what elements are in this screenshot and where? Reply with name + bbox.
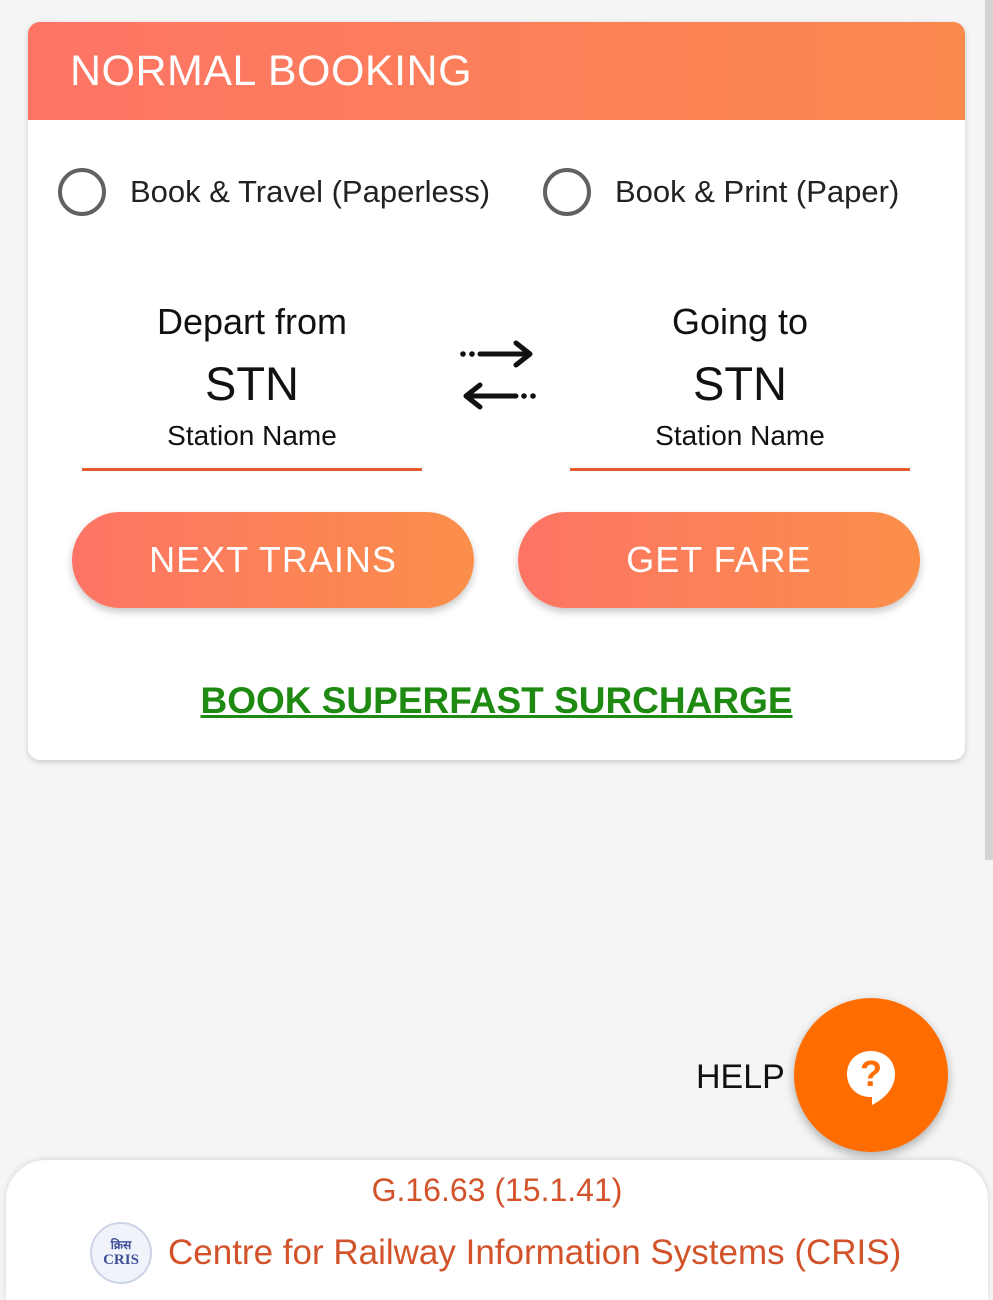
svg-text:?: ?	[860, 1053, 882, 1094]
radio-label-paperless: Book & Travel (Paperless)	[130, 174, 491, 209]
swap-stations-button[interactable]	[458, 336, 538, 416]
arrival-label: Going to	[671, 301, 809, 342]
depart-label: Depart from	[156, 301, 348, 342]
depart-station-code: STN	[205, 357, 299, 410]
scrollbar[interactable]	[985, 0, 993, 860]
swap-arrows-icon	[460, 340, 536, 410]
ticket-type-radio-group: Book & Travel (Paperless) Book & Print (…	[28, 164, 965, 220]
help-label: HELP	[696, 1058, 785, 1096]
cris-logo-icon: क्रिस CRIS	[90, 1222, 152, 1284]
organization-name: Centre for Railway Information Systems (…	[168, 1233, 902, 1272]
radio-label-paper: Book & Print (Paper)	[615, 174, 900, 209]
arrival-station-code: STN	[693, 357, 787, 410]
card-header: NORMAL BOOKING	[28, 22, 965, 120]
next-trains-button[interactable]: NEXT TRAINS	[72, 512, 474, 608]
depart-station-field[interactable]: Depart from STN Station Name	[82, 302, 422, 471]
radio-circle-icon[interactable]	[543, 168, 591, 216]
book-superfast-surcharge-link[interactable]: BOOK SUPERFAST SURCHARGE	[28, 680, 965, 722]
get-fare-button[interactable]: GET FARE	[518, 512, 920, 608]
cris-logo-hindi: क्रिस	[110, 1237, 132, 1252]
card-title: NORMAL BOOKING	[70, 46, 473, 95]
depart-station-name: Station Name	[167, 420, 337, 451]
depart-underline	[82, 468, 422, 471]
help-button[interactable]: ?	[794, 998, 948, 1152]
normal-booking-card: NORMAL BOOKING Book & Travel (Paperless)…	[28, 22, 965, 760]
arrival-station-field[interactable]: Going to STN Station Name	[570, 302, 910, 471]
cris-logo-text: CRIS	[103, 1251, 139, 1268]
radio-book-print-paper[interactable]: Book & Print (Paper)	[543, 164, 899, 220]
app-version: G.16.63 (15.1.41)	[371, 1172, 623, 1208]
arrival-station-name: Station Name	[655, 420, 825, 451]
radio-book-travel-paperless[interactable]: Book & Travel (Paperless)	[58, 164, 490, 220]
arrival-underline	[570, 468, 910, 471]
radio-circle-icon[interactable]	[58, 168, 106, 216]
question-bubble-icon: ?	[847, 1051, 895, 1105]
footer: G.16.63 (15.1.41) क्रिस CRIS Centre for …	[6, 1160, 988, 1300]
organization-row: क्रिस CRIS Centre for Railway Informatio…	[90, 1222, 901, 1284]
